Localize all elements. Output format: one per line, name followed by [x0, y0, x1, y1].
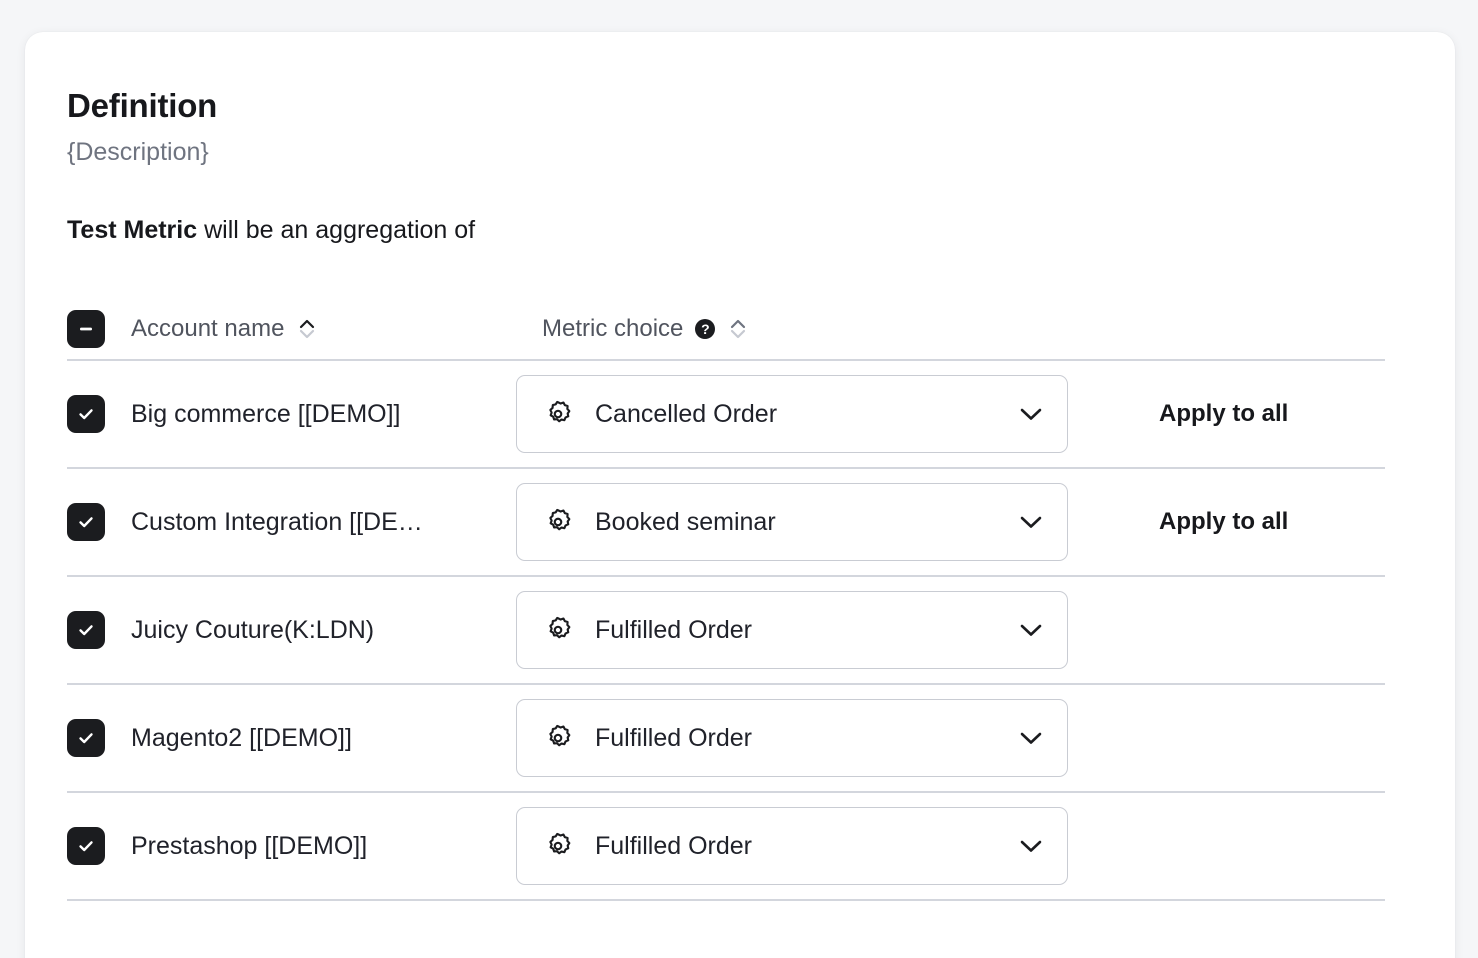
row-select-cell [67, 719, 131, 757]
check-icon [75, 835, 97, 857]
chevron-down-icon[interactable] [1017, 405, 1045, 423]
chevron-down-icon[interactable] [1017, 837, 1045, 855]
gear-icon [543, 831, 573, 861]
column-metric-choice-label: Metric choice [542, 315, 683, 343]
row-metric-cell: Booked seminar [511, 483, 1131, 561]
accounts-table: Account name Metric choice ? [67, 299, 1385, 901]
chevron-down-glyph [1017, 513, 1045, 531]
chevron-down-glyph [1017, 837, 1045, 855]
table-row: Big commerce [[DEMO]] Cancelled Order [67, 361, 1385, 467]
metric-choice-value: Booked seminar [595, 508, 995, 537]
row-account-name: Big commerce [[DEMO]] [131, 400, 401, 429]
page-title: Definition [67, 88, 1455, 124]
gear-icon [543, 507, 573, 537]
select-all-checkbox[interactable] [67, 310, 105, 348]
row-metric-cell: Fulfilled Order [511, 699, 1131, 777]
row-account-name-cell: Magento2 [[DEMO]] [131, 724, 511, 753]
column-account-name-label: Account name [131, 315, 284, 343]
table-row: Custom Integration [[DE… Booked seminar [67, 469, 1385, 575]
row-account-name: Custom Integration [[DE… [131, 508, 423, 537]
gear-glyph [543, 723, 573, 753]
gear-glyph [543, 831, 573, 861]
row-select-cell [67, 827, 131, 865]
row-select-cell [67, 503, 131, 541]
sort-icon-account-name[interactable] [296, 318, 318, 340]
metric-choice-select[interactable]: Fulfilled Order [516, 807, 1068, 885]
row-select-cell [67, 611, 131, 649]
gear-glyph [543, 399, 573, 429]
page-root: Definition {Description} Test Metric wil… [0, 0, 1478, 958]
chevron-down-icon[interactable] [1017, 621, 1045, 639]
table-row: Prestashop [[DEMO]] Fulfilled Order [67, 793, 1385, 899]
apply-to-all-button[interactable]: Apply to all [1159, 400, 1288, 428]
metric-choice-select[interactable]: Booked seminar [516, 483, 1068, 561]
metric-choice-value: Fulfilled Order [595, 832, 995, 861]
sort-chevrons-icon [728, 318, 748, 340]
chevron-down-glyph [1017, 729, 1045, 747]
metric-name: Test Metric [67, 216, 197, 244]
chevron-down-glyph [1017, 621, 1045, 639]
gear-glyph [543, 615, 573, 645]
table-header-row: Account name Metric choice ? [67, 299, 1385, 359]
row-account-name-cell: Big commerce [[DEMO]] [131, 400, 511, 429]
check-icon [75, 619, 97, 641]
chevron-down-icon[interactable] [1017, 729, 1045, 747]
gear-glyph [543, 507, 573, 537]
table-row: Juicy Couture(K:LDN) Fulfilled Order [67, 577, 1385, 683]
row-account-name: Juicy Couture(K:LDN) [131, 616, 374, 645]
apply-to-all-button[interactable]: Apply to all [1159, 508, 1288, 536]
row-metric-cell: Fulfilled Order [511, 807, 1131, 885]
row-checkbox[interactable] [67, 395, 105, 433]
chevron-down-glyph [1017, 405, 1045, 423]
row-select-cell [67, 395, 131, 433]
check-icon [75, 727, 97, 749]
row-action-cell: Apply to all [1131, 508, 1385, 536]
help-icon[interactable]: ? [695, 319, 715, 339]
metric-choice-value: Fulfilled Order [595, 616, 995, 645]
table-body: Big commerce [[DEMO]] Cancelled Order [67, 361, 1385, 901]
gear-icon [543, 723, 573, 753]
page-description: {Description} [67, 138, 1455, 167]
table-divider [67, 899, 1385, 901]
gear-icon [543, 615, 573, 645]
sort-icon-metric-choice[interactable] [727, 318, 749, 340]
metric-choice-value: Fulfilled Order [595, 724, 995, 753]
row-account-name-cell: Juicy Couture(K:LDN) [131, 616, 511, 645]
row-account-name: Magento2 [[DEMO]] [131, 724, 352, 753]
metric-choice-select[interactable]: Cancelled Order [516, 375, 1068, 453]
row-checkbox[interactable] [67, 719, 105, 757]
sort-chevrons-icon [297, 318, 317, 340]
aggregation-suffix: will be an aggregation of [197, 216, 475, 244]
select-all-cell [67, 310, 131, 348]
row-action-cell: Apply to all [1131, 400, 1385, 428]
row-account-name-cell: Prestashop [[DEMO]] [131, 832, 511, 861]
row-account-name: Prestashop [[DEMO]] [131, 832, 367, 861]
check-icon [75, 511, 97, 533]
row-account-name-cell: Custom Integration [[DE… [131, 508, 511, 537]
table-row: Magento2 [[DEMO]] Fulfilled Order [67, 685, 1385, 791]
minus-icon [76, 319, 96, 339]
metric-choice-select[interactable]: Fulfilled Order [516, 591, 1068, 669]
row-metric-cell: Fulfilled Order [511, 591, 1131, 669]
definition-card: Definition {Description} Test Metric wil… [25, 32, 1455, 958]
metric-choice-value: Cancelled Order [595, 400, 995, 429]
check-icon [75, 403, 97, 425]
gear-icon [543, 399, 573, 429]
aggregation-statement: Test Metric will be an aggregation of [67, 215, 1455, 245]
chevron-down-icon[interactable] [1017, 513, 1045, 531]
column-account-name[interactable]: Account name [131, 315, 511, 343]
metric-choice-select[interactable]: Fulfilled Order [516, 699, 1068, 777]
row-checkbox[interactable] [67, 503, 105, 541]
column-metric-choice[interactable]: Metric choice ? [511, 315, 1131, 343]
row-metric-cell: Cancelled Order [511, 375, 1131, 453]
row-checkbox[interactable] [67, 611, 105, 649]
row-checkbox[interactable] [67, 827, 105, 865]
